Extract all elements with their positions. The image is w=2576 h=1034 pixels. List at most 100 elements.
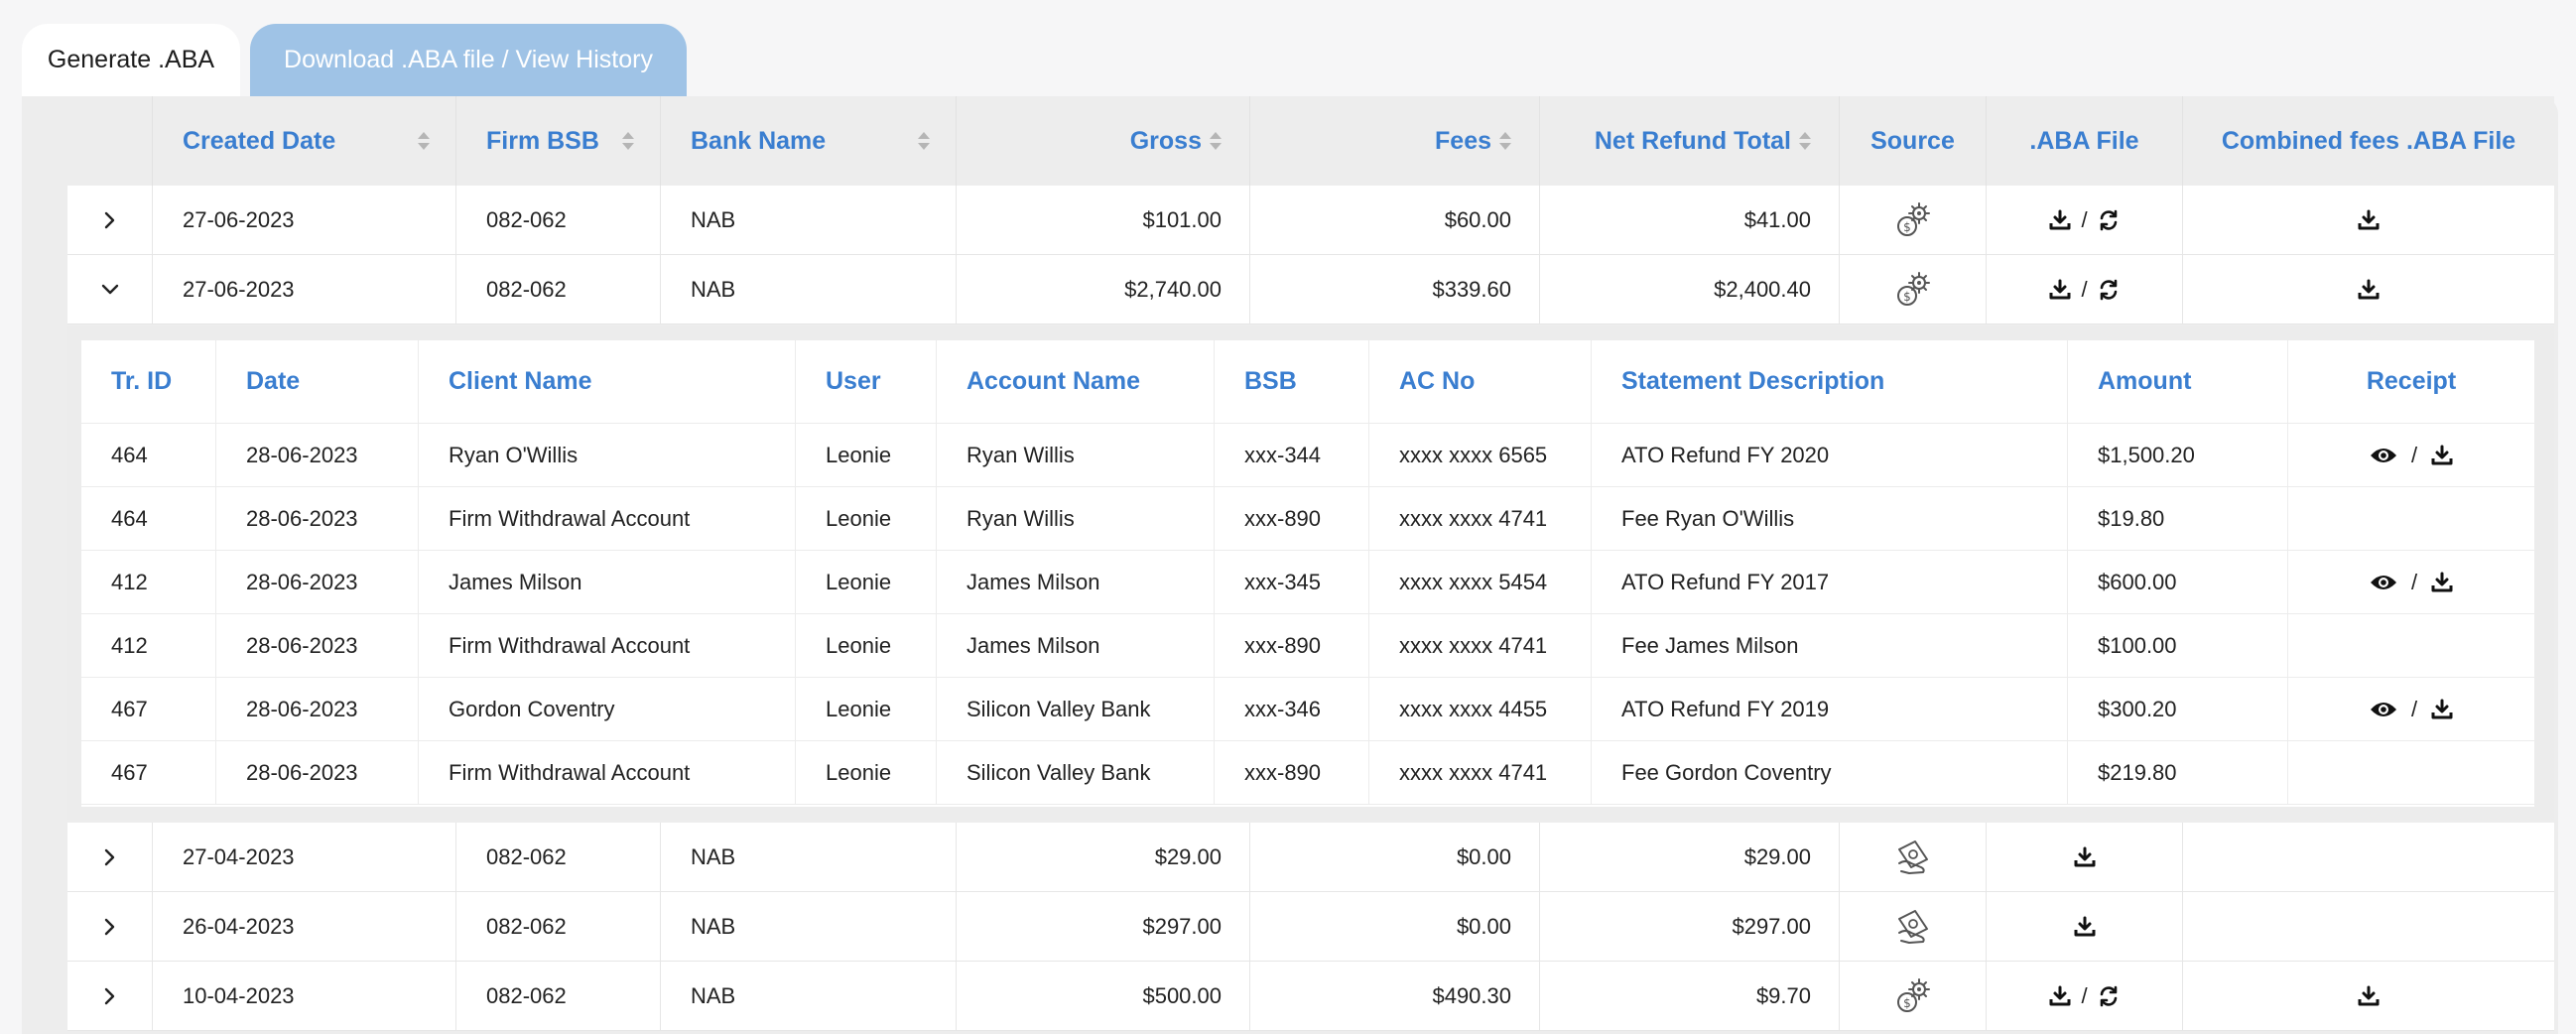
statement-description-cell: Fee James Milson [1592,614,2068,677]
gross-amount: $101.00 [1142,206,1222,232]
client-name-cell: Ryan O'Willis [419,424,796,486]
table-row[interactable]: 27-04-2023 082-062 NAB $29.00 $0.00 $29.00 [67,823,2554,892]
header-firm-bsb[interactable]: Firm BSB [456,96,661,186]
account-name-cell: Silicon Valley Bank [937,678,1215,740]
transaction-row: 464 28-06-2023 Firm Withdrawal Account Leon… [81,487,2534,551]
header-label: .ABA File [2029,126,2139,155]
tab-generate-aba[interactable]: Generate .ABA [22,24,240,96]
eye-icon[interactable] [2370,700,2397,719]
tr-date: 28-06-2023 [246,569,358,594]
header-combined-fees: Combined fees .ABA File [2183,96,2554,186]
amount: $600.00 [2098,569,2177,594]
download-icon[interactable] [2074,916,2096,938]
table-row[interactable]: 10-04-2023 082-062 NAB $500.00 $490.30 $9.70 $… [67,962,2554,1031]
user-cell: Leonie [796,487,937,550]
chevron-right-icon[interactable] [103,987,117,1005]
receipt-cell [2288,741,2534,804]
firm-bsb-cell: 082-062 [456,962,661,1030]
download-icon[interactable] [2358,279,2380,301]
table-row[interactable]: 26-04-2023 082-062 NAB $297.00 $0.00 $297.00 [67,892,2554,962]
separator: / [2081,206,2088,232]
header-label: Gross [1129,126,1202,155]
header-label: Fees [1435,126,1491,155]
sort-icon[interactable] [622,130,634,152]
account-name: Silicon Valley Bank [966,759,1151,785]
created-date: 27-06-2023 [183,276,295,302]
firm-bsb-cell: 082-062 [456,255,661,323]
expand-cell[interactable] [67,255,153,323]
download-icon[interactable] [2049,985,2071,1007]
statement-description-cell: Fee Gordon Coventry [1592,741,2068,804]
chevron-right-icon[interactable] [103,918,117,936]
client-name: James Milson [449,569,582,594]
download-icon[interactable] [2431,445,2453,466]
tr-date: 28-06-2023 [246,442,358,467]
bsb: xxx-344 [1244,442,1322,467]
transaction-row: 412 28-06-2023 James Milson Leonie James Mil… [81,551,2534,614]
chevron-right-icon[interactable] [103,848,117,866]
header-fees[interactable]: Fees [1250,96,1540,186]
download-icon[interactable] [2431,572,2453,593]
download-icon[interactable] [2074,846,2096,868]
created-date: 27-04-2023 [183,843,295,869]
eye-icon[interactable] [2370,446,2397,465]
header-statement-description: Statement Description [1592,340,2068,423]
download-icon[interactable] [2358,985,2380,1007]
gross-amount: $2,740.00 [1124,276,1222,302]
tab-download-history[interactable]: Download .ABA file / View History [250,24,687,96]
chevron-right-icon[interactable] [103,211,117,229]
firm-bsb: 082-062 [486,206,567,232]
receipt-actions: / [2370,697,2453,722]
net-refund-cell: $29.00 [1540,823,1840,891]
account-name-cell: James Milson [937,551,1215,613]
net-refund-amount: $2,400.40 [1714,276,1811,302]
user: Leonie [826,505,892,531]
header-gross[interactable]: Gross [957,96,1250,186]
tr-id-cell: 467 [81,741,216,804]
download-icon[interactable] [2431,699,2453,720]
tr-date-cell: 28-06-2023 [216,741,419,804]
sort-icon[interactable] [1499,130,1511,152]
receipt-actions: / [2370,570,2453,595]
sort-icon[interactable] [418,130,430,152]
tab-bar: Generate .ABA Download .ABA file / View … [22,24,687,96]
refresh-icon[interactable] [2098,279,2120,301]
refresh-icon[interactable] [2098,985,2120,1007]
amount-cell: $600.00 [2068,551,2288,613]
amount-cell: $300.20 [2068,678,2288,740]
expand-cell[interactable] [67,962,153,1030]
bsb-cell: xxx-890 [1215,614,1369,677]
gross-cell: $500.00 [957,962,1250,1030]
header-label: Date [246,367,301,395]
sort-icon[interactable] [1799,130,1811,152]
download-icon[interactable] [2358,209,2380,231]
user: Leonie [826,569,892,594]
user-cell: Leonie [796,678,937,740]
bsb-cell: xxx-346 [1215,678,1369,740]
ac-no-cell: xxxx xxxx 6565 [1369,424,1592,486]
ac-no-cell: xxxx xxxx 4741 [1369,741,1592,804]
statement-description-cell: ATO Refund FY 2019 [1592,678,2068,740]
svg-text:$: $ [1903,290,1911,304]
eye-icon[interactable] [2370,573,2397,592]
expand-cell[interactable] [67,892,153,961]
expand-cell[interactable] [67,823,153,891]
table-row[interactable]: 27-06-2023 082-062 NAB $2,740.00 $339.60 $2,4… [67,255,2554,324]
header-bank-name[interactable]: Bank Name [661,96,957,186]
account-name: James Milson [966,632,1100,658]
statement-description-cell: ATO Refund FY 2017 [1592,551,2068,613]
sort-icon[interactable] [918,130,930,152]
refresh-icon[interactable] [2098,209,2120,231]
download-icon[interactable] [2049,279,2071,301]
amount-cell: $100.00 [2068,614,2288,677]
table-row[interactable]: 27-06-2023 082-062 NAB $101.00 $60.00 $41.00 $… [67,186,2554,255]
header-created-date[interactable]: Created Date [153,96,456,186]
sort-icon[interactable] [1210,130,1222,152]
source-cell: $ [1840,962,1987,1030]
header-net-refund-total[interactable]: Net Refund Total [1540,96,1840,186]
expand-cell[interactable] [67,186,153,254]
account-name-cell: Silicon Valley Bank [937,741,1215,804]
chevron-down-icon[interactable] [101,283,119,297]
download-icon[interactable] [2049,209,2071,231]
gross-cell: $101.00 [957,186,1250,254]
